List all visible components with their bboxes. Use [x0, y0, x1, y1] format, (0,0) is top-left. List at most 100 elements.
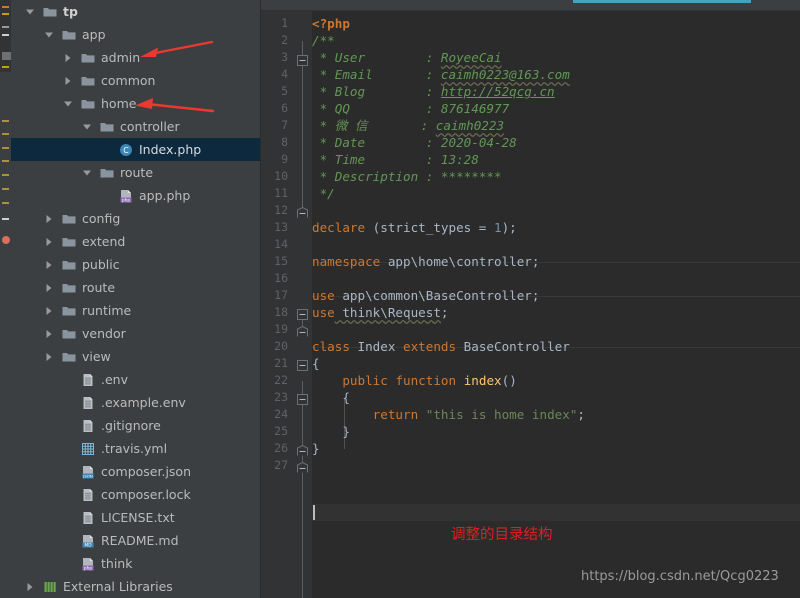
use-semicolon: ;: [440, 305, 449, 320]
code-line: * Time : 13:28: [312, 151, 479, 168]
project-tool-window[interactable]: tp app admin common home controller C Index.php…: [11, 0, 261, 598]
code-line: */: [312, 185, 335, 202]
tree-item-label: app: [82, 27, 106, 42]
extends-keyword: extends: [403, 339, 457, 354]
code-content[interactable]: <?php /** * User : RoyeeCai * Email : ca…: [312, 11, 800, 598]
chevron-right-icon[interactable]: [44, 230, 55, 253]
ide-window: tp app admin common home controller C Index.php…: [0, 0, 800, 598]
fold-marker-use-1[interactable]: [297, 309, 308, 320]
code-line: class Index extends BaseController: [312, 338, 570, 355]
arrow-to-home: [135, 98, 215, 113]
doc-time-value: 13:28: [440, 152, 479, 167]
chevron-right-icon[interactable]: [63, 46, 74, 69]
fold-marker-method-close[interactable]: [297, 445, 308, 456]
tree-item-runtime[interactable]: runtime: [11, 299, 261, 322]
code-line: * Email : caimh0223@163.com: [312, 66, 570, 83]
chevron-right-icon[interactable]: [25, 575, 36, 598]
doc-email-value: caimh0223@163.com: [440, 67, 570, 82]
doc-user-value: RoyeeCai: [440, 50, 502, 65]
line-number: 15: [274, 254, 288, 268]
code-line: * User : RoyeeCai: [312, 49, 502, 66]
tree-item-view[interactable]: view: [11, 345, 261, 368]
tree-item-admin[interactable]: admin: [11, 46, 261, 69]
tree-item-public[interactable]: public: [11, 253, 261, 276]
fold-marker-docblock-open[interactable]: [297, 55, 308, 66]
tree-item-think[interactable]: php think: [11, 552, 261, 575]
line-number: 20: [274, 339, 288, 353]
php-open-tag: <?php: [312, 16, 350, 31]
line-number: 12: [274, 203, 288, 217]
fold-marker-docblock-close[interactable]: [297, 207, 308, 218]
chevron-down-icon[interactable]: [63, 92, 74, 115]
chevron-right-icon[interactable]: [44, 253, 55, 276]
chevron-right-icon[interactable]: [63, 69, 74, 92]
tree-item-license-txt[interactable]: LICENSE.txt: [11, 506, 261, 529]
tree-item-travis-yml[interactable]: .travis.yml: [11, 437, 261, 460]
fold-marker-class-close[interactable]: [297, 462, 308, 473]
tree-item-app[interactable]: app: [11, 23, 261, 46]
comment-key: *: [312, 118, 335, 133]
line-number: 26: [274, 441, 288, 455]
tree-item-readme-md[interactable]: MD README.md: [11, 529, 261, 552]
tree-item-vendor[interactable]: vendor: [11, 322, 261, 345]
tree-item-controller[interactable]: controller: [11, 115, 261, 138]
use-value-unused: think\Request: [334, 305, 441, 320]
code-line: /**: [312, 32, 335, 49]
tree-item-label: .example.env: [101, 395, 186, 410]
tree-item-env[interactable]: .env: [11, 368, 261, 391]
tree-item-extend[interactable]: extend: [11, 230, 261, 253]
fold-marker-method-open[interactable]: [297, 394, 308, 405]
tree-item-composer-json[interactable]: JSON composer.json: [11, 460, 261, 483]
tree-item-route[interactable]: route: [11, 276, 261, 299]
chevron-down-icon[interactable]: [25, 0, 36, 23]
fold-gutter[interactable]: [293, 11, 312, 598]
tree-item-label: public: [82, 257, 120, 272]
declare-number: 1: [493, 220, 502, 235]
chevron-right-icon[interactable]: [44, 207, 55, 230]
tree-item-tp[interactable]: tp: [11, 0, 261, 23]
line-number: 5: [281, 84, 288, 98]
code-line: <?php: [312, 15, 350, 32]
brace: {: [312, 356, 320, 371]
declare-args: (strict_types =: [365, 220, 494, 235]
comment-key: * Time :: [312, 152, 441, 167]
tree-item-common[interactable]: common: [11, 69, 261, 92]
line-number: 13: [274, 220, 288, 234]
chevron-right-icon[interactable]: [44, 345, 55, 368]
tree-item-example-env[interactable]: .example.env: [11, 391, 261, 414]
chevron-down-icon[interactable]: [82, 161, 93, 184]
tree-item-route[interactable]: route: [11, 161, 261, 184]
text-file-icon: [81, 483, 97, 506]
tree-item-external-libraries[interactable]: External Libraries: [11, 575, 261, 598]
tree-item-composer-lock[interactable]: composer.lock: [11, 483, 261, 506]
chevron-down-icon[interactable]: [82, 115, 93, 138]
line-number: 24: [274, 407, 288, 421]
tree-item-app-php[interactable]: php app.php: [11, 184, 261, 207]
chevron-down-icon[interactable]: [44, 23, 55, 46]
tree-item-label: .env: [101, 372, 128, 387]
tree-item-index-php[interactable]: C Index.php: [11, 138, 261, 161]
tree-item-gitignore[interactable]: .gitignore: [11, 414, 261, 437]
tree-item-label: common: [101, 73, 156, 88]
code-editor[interactable]: 1 2 3 4 5 6 7 8 9 10 11 12 13 14 15 16 17 18 19 20 21 22 23 24 2…: [261, 11, 800, 598]
fold-marker-class-open[interactable]: [297, 360, 308, 371]
tree-item-label: config: [82, 211, 121, 226]
editor-gutter[interactable]: 1 2 3 4 5 6 7 8 9 10 11 12 13 14 15 16 17 18 19 20 21 22 23 24 2…: [261, 11, 293, 598]
active-tab-underline: [573, 0, 751, 3]
brace: {: [342, 390, 350, 405]
tool-window-strip[interactable]: [0, 0, 11, 598]
doc-blog-value[interactable]: http://52qcg.cn: [441, 84, 555, 99]
chevron-right-icon[interactable]: [44, 322, 55, 345]
line-number: 19: [274, 322, 288, 336]
chevron-right-icon[interactable]: [44, 276, 55, 299]
code-line: * QQ : 876146977: [312, 100, 510, 117]
annotation-note: 调整的目录结构: [451, 527, 553, 543]
chevron-right-icon[interactable]: [44, 299, 55, 322]
tree-item-config[interactable]: config: [11, 207, 261, 230]
code-line: return "this is home index";: [312, 406, 585, 423]
fold-marker-use-2[interactable]: [297, 326, 308, 337]
